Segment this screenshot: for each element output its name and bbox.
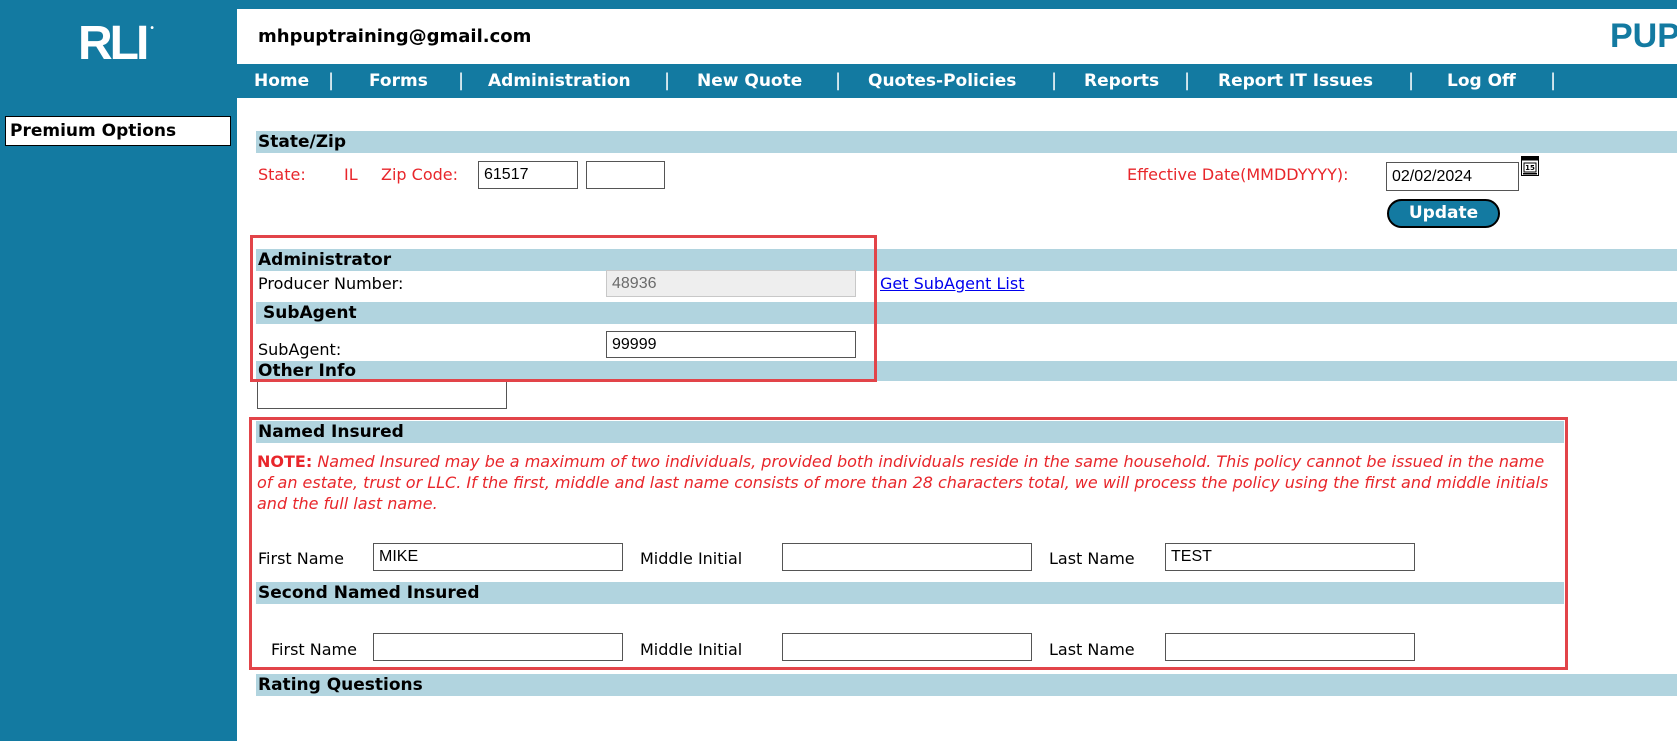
nav-separator: | [1051,70,1058,91]
zip-extension-field[interactable] [586,161,665,189]
nav-new-quote[interactable]: New Quote [697,64,802,98]
top-accent-bar [237,0,1677,9]
second-middle-initial-field[interactable] [782,633,1032,661]
nav-separator: | [1550,70,1557,91]
section-state-zip: State/Zip [256,131,1677,153]
nav-quotes-policies[interactable]: Quotes-Policies [868,64,1016,98]
other-info-field[interactable] [257,381,507,409]
calendar-icon[interactable]: 15 [1521,156,1539,176]
named-insured-note: NOTE: Named Insured may be a maximum of … [257,451,1562,514]
middle-initial-label: Middle Initial [640,549,743,568]
effective-date-label: Effective Date(MMDDYYYY): [1127,165,1349,184]
note-text: Named Insured may be a maximum of two in… [257,452,1549,513]
first-name-label: First Name [258,549,344,568]
svg-text:15: 15 [1525,164,1535,172]
middle-initial-field[interactable] [782,543,1032,571]
rli-logo: RLI • [78,17,154,70]
second-last-name-label: Last Name [1049,640,1135,659]
last-name-field[interactable] [1165,543,1415,571]
second-middle-initial-label: Middle Initial [640,640,743,659]
last-name-label: Last Name [1049,549,1135,568]
producer-number-field [606,270,856,297]
nav-separator: | [458,70,465,91]
nav-separator: | [835,70,842,91]
sidebar-item-premium-options[interactable]: Premium Options [5,116,231,146]
second-first-name-label: First Name [271,640,357,659]
second-last-name-field[interactable] [1165,633,1415,661]
nav-separator: | [1184,70,1191,91]
sidebar [0,0,237,741]
state-value: IL [344,165,358,184]
user-email: mhpuptraining@gmail.com [258,26,532,47]
nav-report-it-issues[interactable]: Report IT Issues [1218,64,1373,98]
first-name-field[interactable] [373,543,623,571]
section-named-insured: Named Insured [256,421,1564,443]
effective-date-field[interactable] [1386,162,1519,191]
second-first-name-field[interactable] [373,633,623,661]
nav-reports[interactable]: Reports [1084,64,1159,98]
brand-title: PUP [1610,17,1677,55]
nav-home[interactable]: Home [254,64,309,98]
subagent-label: SubAgent: [258,340,342,359]
subagent-field[interactable] [606,331,856,358]
nav-administration[interactable]: Administration [488,64,631,98]
nav-forms[interactable]: Forms [369,64,428,98]
producer-number-label: Producer Number: [258,274,404,293]
zip-code-field[interactable] [478,161,578,189]
nav-separator: | [1408,70,1415,91]
section-administrator: Administrator [256,249,1677,271]
note-prefix: NOTE: [257,452,313,471]
zip-code-label: Zip Code: [381,165,458,184]
section-second-named-insured: Second Named Insured [256,582,1564,604]
update-button[interactable]: Update [1387,199,1500,228]
nav-separator: | [328,70,335,91]
get-subagent-list-link[interactable]: Get SubAgent List [880,274,1024,293]
nav-separator: | [664,70,671,91]
section-other-info: Other Info [256,361,1677,381]
state-label: State: [258,165,306,184]
main-nav: Home | Forms | Administration | New Quot… [237,64,1677,98]
section-subagent: SubAgent [256,302,1677,324]
section-rating-questions: Rating Questions [256,674,1677,696]
nav-log-off[interactable]: Log Off [1447,64,1516,98]
